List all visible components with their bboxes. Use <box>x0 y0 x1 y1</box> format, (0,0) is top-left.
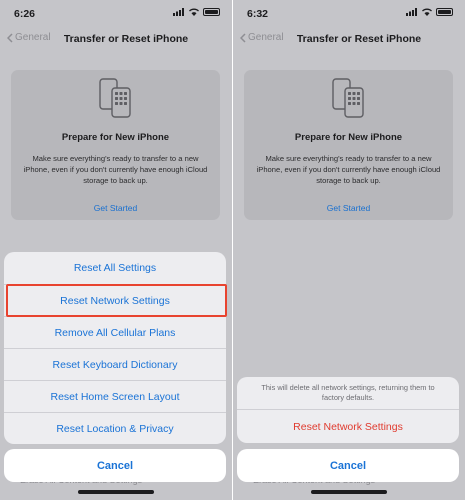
remove-cellular-plans-button[interactable]: Remove All Cellular Plans <box>4 316 226 348</box>
prepare-card: Prepare for New iPhone Make sure everyth… <box>244 70 453 220</box>
confirm-action-sheet: This will delete all network settings, r… <box>237 377 459 443</box>
wifi-icon <box>422 8 432 16</box>
reset-location-privacy-button[interactable]: Reset Location & Privacy <box>4 412 226 444</box>
get-started-link[interactable]: Get Started <box>11 203 220 213</box>
card-title: Prepare for New iPhone <box>294 132 403 143</box>
status-bar: 6:32 <box>233 0 465 24</box>
confirm-reset-network-button[interactable]: Reset Network Settings <box>237 409 459 443</box>
cancel-button[interactable]: Cancel <box>4 449 226 482</box>
card-body: Make sure everything's ready to transfer… <box>23 154 208 185</box>
reset-home-screen-layout-button[interactable]: Reset Home Screen Layout <box>4 380 226 412</box>
status-time: 6:26 <box>14 8 36 20</box>
reset-action-sheet: Reset All Settings Reset Network Setting… <box>4 252 226 444</box>
status-time: 6:32 <box>247 8 269 20</box>
highlight-box <box>6 284 227 317</box>
prepare-card: Prepare for New iPhone Make sure everyth… <box>11 70 220 220</box>
two-phones-icon <box>332 78 364 118</box>
home-indicator <box>311 490 387 494</box>
reset-keyboard-dictionary-button[interactable]: Reset Keyboard Dictionary <box>4 348 226 380</box>
cellular-signal-icon <box>406 8 417 16</box>
card-body: Make sure everything's ready to transfer… <box>256 154 441 185</box>
battery-icon <box>203 8 220 16</box>
cellular-signal-icon <box>173 8 184 16</box>
get-started-link[interactable]: Get Started <box>244 203 453 213</box>
nav-bar: General Transfer or Reset iPhone <box>0 30 232 48</box>
two-phones-icon <box>99 78 131 118</box>
screenshot-left: 6:26 General Transfer or Reset iPhone Pr… <box>0 0 232 500</box>
wifi-icon <box>189 8 199 16</box>
home-indicator <box>78 490 154 494</box>
nav-bar: General Transfer or Reset iPhone <box>233 30 465 48</box>
page-title: Transfer or Reset iPhone <box>63 33 189 45</box>
cancel-button[interactable]: Cancel <box>237 449 459 482</box>
reset-all-settings-button[interactable]: Reset All Settings <box>4 252 226 284</box>
confirm-message: This will delete all network settings, r… <box>261 383 435 402</box>
screenshot-right: 6:32 General Transfer or Reset iPhone Pr… <box>233 0 465 500</box>
card-title: Prepare for New iPhone <box>61 132 170 143</box>
page-title: Transfer or Reset iPhone <box>296 33 422 45</box>
status-bar: 6:26 <box>0 0 232 24</box>
battery-icon <box>436 8 453 16</box>
